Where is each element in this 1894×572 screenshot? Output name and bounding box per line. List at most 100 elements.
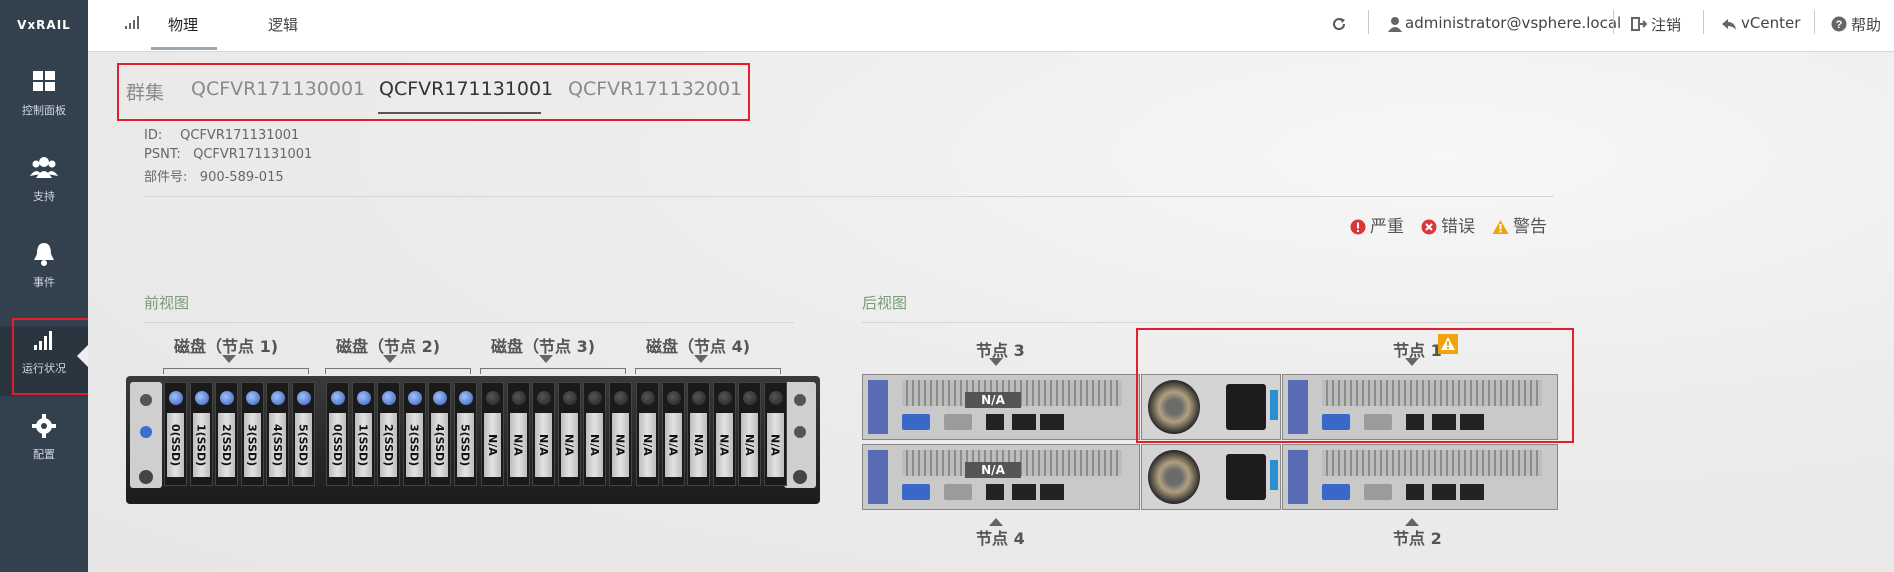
disk-led <box>511 391 526 405</box>
disk-led <box>743 391 757 405</box>
disk-bay[interactable]: N/A <box>557 382 581 486</box>
disk-bay[interactable]: 1(SSD) <box>189 382 213 486</box>
x-circle-icon <box>1421 219 1437 235</box>
serial-port <box>944 484 972 500</box>
disk-label: N/A <box>641 434 654 456</box>
logout-link[interactable]: 注销 <box>1651 14 1681 35</box>
disk-bay[interactable]: N/A <box>583 382 606 486</box>
bell-icon <box>34 243 54 266</box>
disk-bay[interactable]: N/A <box>608 382 632 486</box>
disk-bay[interactable]: 5(SSD) <box>291 382 315 486</box>
disk-label: N/A <box>486 434 499 456</box>
sidebar-item-dashboard[interactable]: 控制面板 <box>0 68 88 138</box>
info-part-label: 部件号: <box>144 170 188 185</box>
disk-bay[interactable]: N/A <box>506 382 530 486</box>
disk-led <box>331 391 345 405</box>
legend-warning: 警告 <box>1492 212 1547 237</box>
sidebar-item-config[interactable]: 配置 <box>0 412 88 482</box>
disk-bay[interactable]: N/A <box>687 382 710 486</box>
tab-physical[interactable]: 物理 <box>168 14 198 35</box>
disk-label: N/A <box>717 434 731 456</box>
disk-group-node1: 磁盘（节点 1) <box>174 337 279 356</box>
disk-bay[interactable]: N/A <box>636 382 659 486</box>
disk-bay[interactable]: N/A <box>738 382 761 486</box>
disk-bay[interactable]: 4(SSD) <box>266 382 289 486</box>
dashboard-grid-icon <box>33 71 55 91</box>
rear-na-badge: N/A <box>965 462 1021 478</box>
screw <box>139 470 153 484</box>
sidebar-item-events[interactable]: 事件 <box>0 240 88 310</box>
screw <box>793 470 807 484</box>
disk-bay[interactable]: 0(SSD) <box>164 382 187 486</box>
disk-led <box>692 391 706 405</box>
disk-led <box>717 391 732 405</box>
disk-bay[interactable]: 3(SSD) <box>402 382 426 486</box>
sfp-port <box>1432 484 1456 500</box>
topbar: 物理 逻辑 administrator@vsphere.local 注销 vCe… <box>88 0 1894 52</box>
sidebar-item-support[interactable]: 支持 <box>0 154 88 224</box>
disk-label: N/A <box>562 434 576 456</box>
refresh-icon[interactable] <box>1331 16 1347 32</box>
divider <box>862 322 1552 323</box>
disk-bay[interactable]: 2(SSD) <box>215 382 238 486</box>
disk-bay[interactable]: 4(SSD) <box>428 382 451 486</box>
reply-arrow-icon <box>1722 19 1736 30</box>
info-id-label: ID: <box>144 128 163 143</box>
disk-led <box>537 391 551 405</box>
help-link[interactable]: 帮助 <box>1851 14 1881 35</box>
chassis-right-ear <box>784 382 816 488</box>
sfp-port <box>1040 414 1064 430</box>
button <box>794 394 806 406</box>
info-part: 部件号: 900-589-015 <box>144 166 284 185</box>
disk-bay[interactable]: 2(SSD) <box>377 382 400 486</box>
user-menu[interactable]: administrator@vsphere.local <box>1405 14 1621 32</box>
disk-led <box>562 391 577 405</box>
bracket-node4 <box>635 368 781 374</box>
disk-label: 4(SSD) <box>433 423 446 467</box>
disk-bay[interactable]: 1(SSD) <box>351 382 375 486</box>
disk-led <box>641 391 655 405</box>
disk-label: N/A <box>537 434 550 456</box>
tab-logical[interactable]: 逻辑 <box>268 14 298 35</box>
sidebar-item-label: 事件 <box>33 276 55 289</box>
highlight-box-tabs <box>117 63 750 121</box>
disk-led <box>296 391 311 405</box>
sfp-port <box>1012 484 1036 500</box>
sfp-port <box>1460 484 1484 500</box>
info-psnt-value: QCFVR171131001 <box>193 147 313 162</box>
disk-bay[interactable]: 5(SSD) <box>453 382 477 486</box>
disk-group-node2: 磁盘（节点 2) <box>336 337 441 356</box>
vcenter-link[interactable]: vCenter <box>1741 14 1800 32</box>
disk-label: N/A <box>743 434 756 456</box>
disk-label: N/A <box>692 434 705 456</box>
vent-grille <box>1322 450 1542 476</box>
disk-bay[interactable]: N/A <box>481 382 504 486</box>
info-id-value: QCFVR171131001 <box>180 128 300 143</box>
chassis-left-ear <box>130 382 162 488</box>
disk-bay[interactable]: N/A <box>763 382 787 486</box>
disk-bay[interactable]: 3(SSD) <box>240 382 264 486</box>
svg-text:?: ? <box>1836 19 1843 31</box>
user-icon <box>1388 17 1402 32</box>
serial-port <box>944 414 972 430</box>
info-id: ID: QCFVR171131001 <box>144 128 299 143</box>
usb-panel <box>1288 450 1308 504</box>
info-psnt: PSNT: QCFVR171131001 <box>144 147 312 162</box>
usb-panel <box>868 450 888 504</box>
disk-led <box>169 391 183 405</box>
pointer-node4 <box>694 355 708 363</box>
legend-error: 错误 <box>1421 212 1475 237</box>
separator <box>1703 10 1704 34</box>
separator <box>1368 10 1369 34</box>
power-socket <box>1226 454 1266 500</box>
disk-bay[interactable]: 0(SSD) <box>326 382 349 486</box>
rear-node2-label: 节点 2 <box>1393 529 1442 548</box>
disk-led <box>245 391 260 405</box>
disk-label: 5(SSD) <box>296 423 310 467</box>
disk-bay[interactable]: N/A <box>661 382 685 486</box>
psu-fan <box>1148 450 1200 504</box>
disk-label: 3(SSD) <box>407 423 421 467</box>
disk-bay[interactable]: N/A <box>532 382 555 486</box>
disk-bay[interactable]: N/A <box>712 382 736 486</box>
ethernet-port <box>986 484 1004 500</box>
